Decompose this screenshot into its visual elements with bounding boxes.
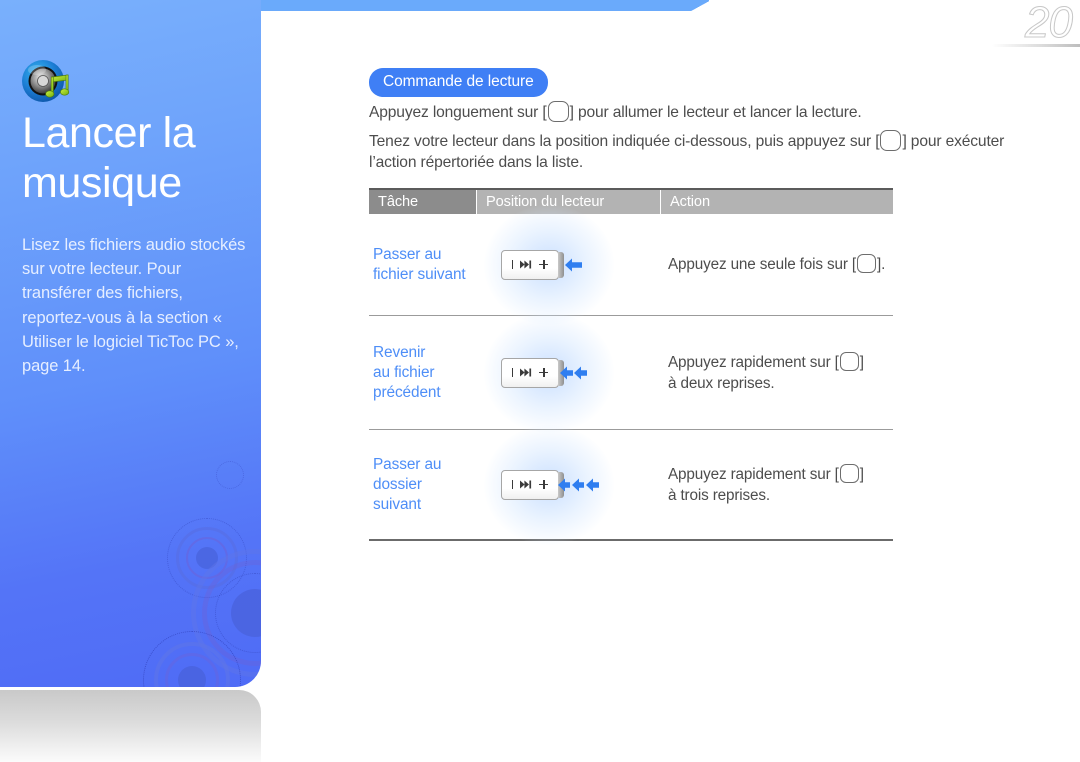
table-header-position: Position du lecteur [477,190,660,214]
page-title-line2: musique [22,159,182,207]
decorative-circle-small [216,461,244,489]
action-text-before: Appuyez une seule fois sur [ [668,256,856,273]
table-cell-task: Revenir au fichier précédent [369,343,476,403]
intro-paragraph-2: Tenez votre lecteur dans la position ind… [369,130,1009,173]
table-header-row: Tâche Position du lecteur Action [369,188,893,214]
device-edge [558,251,564,278]
task-line: fichier suivant [373,265,466,283]
task-line: Passer au [373,245,442,263]
bottom-gray-panel [0,690,261,762]
task-line: Revenir [373,343,426,361]
task-line: dossier [373,475,422,493]
task-line: précédent [373,383,441,401]
page-title-line1: Lancer la [22,109,196,157]
table-cell-task: Passer au dossier suivant [369,455,476,515]
table-row: Passer au dossier suivant Appuyez rapide… [369,424,893,545]
player-device-icon [501,469,565,500]
direction-arrows-2 [560,365,591,380]
intro1-text-after: ] pour allumer le lecteur et lancer la l… [569,104,862,121]
action-text-before: Appuyez rapidement sur [ [668,465,839,483]
direction-arrows-3 [558,477,603,492]
player-button-icon [839,351,859,371]
task-line: au fichier [373,363,435,381]
table-row: Passer au fichier suivant Appuyez une se… [369,204,893,325]
table-row: Revenir au fichier précédent Appuyez rap… [369,312,893,433]
sidebar-panel: Lancer la musique Lisez les fichiers aud… [0,0,261,687]
page-number-rule [992,44,1080,47]
player-device-icon [501,357,565,388]
device-bar-glyph [511,260,514,269]
music-speaker-icon [18,57,78,109]
table-cell-position [476,204,660,325]
table-cell-position [476,424,660,545]
intro2-text-before: Tenez votre lecteur dans la position ind… [369,133,880,150]
device-plus-glyph [539,368,549,377]
decorative-circle-bottom [143,631,241,687]
direction-arrows-1 [565,257,582,272]
action-text-after: ]. [876,256,886,273]
table-cell-action: Appuyez rapidement sur [] à deux reprise… [660,351,893,394]
intro1-text-before: Appuyez longuement sur [ [369,104,547,121]
page-title: Lancer la musique [22,108,252,208]
section-badge-wrap: Commande de lecture [369,68,548,97]
device-plus-glyph [539,480,549,489]
action-text-after: ] [859,465,864,483]
device-bar-glyph [511,368,514,377]
section-badge: Commande de lecture [369,68,548,97]
device-skip-glyph [520,260,532,269]
action-text-second-line: à deux reprises. [668,374,775,392]
page-number: 20 [1025,0,1074,48]
intro-paragraph-1: Appuyez longuement sur [ ] pour allumer l… [369,101,862,122]
table-cell-action: Appuyez rapidement sur [] à trois repris… [660,463,893,506]
device-bar-glyph [511,480,514,489]
action-text-after: ] [859,353,864,371]
arrow-left-icon [574,365,591,380]
top-accent-bar-taper [689,0,709,11]
player-button-icon [856,254,876,273]
table-cell-position [476,312,660,433]
device-skip-glyph [520,368,532,377]
sidebar-description: Lisez les fichiers audio stockés sur vot… [22,236,246,376]
table-header-action: Action [661,190,893,214]
table-header-task: Tâche [369,190,476,214]
task-line: suivant [373,495,422,513]
device-plus-glyph [539,260,549,269]
table-cell-task: Passer au fichier suivant [369,245,476,285]
action-text-before: Appuyez rapidement sur [ [668,353,839,371]
table-cell-action: Appuyez une seule fois sur []. [660,254,893,275]
action-text-second-line: à trois reprises. [668,486,771,504]
player-device-icon [501,249,565,280]
arrow-left-icon [565,257,582,272]
arrow-left-icon [586,477,603,492]
task-line: Passer au [373,455,442,473]
player-button-icon [880,130,902,151]
playback-control-table: Tâche Position du lecteur Action Passer … [369,188,893,545]
player-button-icon [547,101,569,122]
player-button-icon [839,463,859,483]
device-skip-glyph [520,480,532,489]
